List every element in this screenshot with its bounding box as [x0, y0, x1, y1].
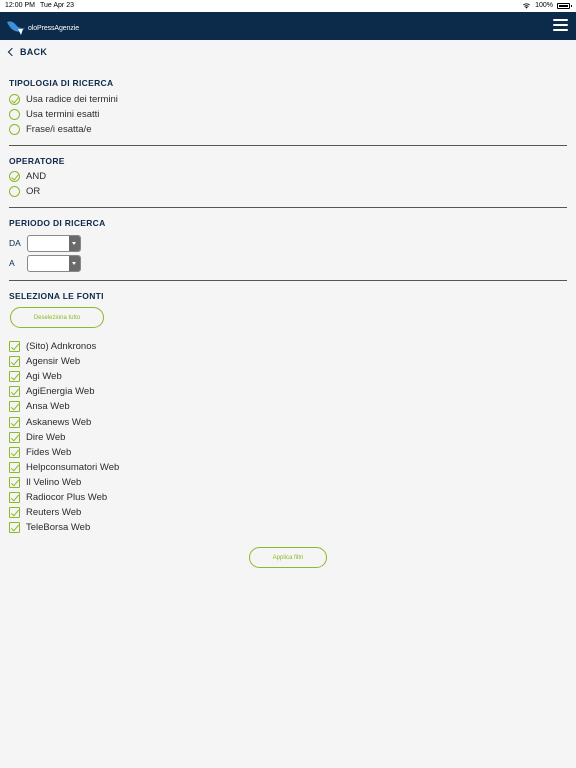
source-label: Ansa Web [26, 401, 70, 413]
checkbox-checked-icon [9, 401, 20, 413]
section-title-fonti: SELEZIONA LE FONTI [9, 291, 104, 301]
section-title-tipologia: TIPOLOGIA DI RICERCA [9, 78, 114, 88]
deselect-all-button[interactable]: Deseleziona tutto [10, 307, 104, 328]
radio-label: Usa radice dei termini [26, 94, 118, 105]
date-to-select[interactable] [27, 255, 81, 272]
source-label: TeleBorsa Web [26, 522, 91, 534]
source-checkbox-item[interactable]: Fides Web [9, 446, 72, 458]
radio-label: Frase/i esatta/e [26, 124, 92, 135]
checkbox-checked-icon [9, 371, 20, 383]
source-checkbox-item[interactable]: Radiocor Plus Web [9, 492, 107, 503]
source-label: Il Velino Web [26, 476, 82, 488]
source-label: AgiEnergia Web [26, 386, 95, 398]
radio-label: Usa termini esatti [26, 109, 100, 120]
battery-percent: 100% [535, 2, 553, 9]
wifi-icon [523, 3, 531, 9]
radio-option-radice[interactable]: Usa radice dei termini [9, 94, 118, 105]
radio-label: AND [26, 171, 47, 182]
checkbox-checked-icon [9, 446, 20, 458]
source-label: Dire Web [26, 431, 66, 443]
source-checkbox-item[interactable]: TeleBorsa Web [9, 522, 91, 534]
date-to-label: A [9, 258, 15, 268]
section-title-operatore: OPERATORE [9, 156, 65, 166]
app-logo[interactable]: oloPressAgenzie [6, 16, 79, 36]
checkbox-checked-icon [9, 522, 20, 534]
checkbox-checked-icon [9, 476, 20, 488]
source-checkbox-item[interactable]: AgiEnergia Web [9, 386, 95, 398]
back-button[interactable]: BACK [7, 47, 48, 57]
source-checkbox-item[interactable]: (Sito) Adnkronos [9, 341, 96, 352]
source-checkbox-item[interactable]: Il Velino Web [9, 476, 82, 488]
checkbox-checked-icon [9, 461, 20, 473]
chevron-left-icon [7, 47, 17, 57]
dropdown-arrow-icon [69, 256, 80, 271]
source-checkbox-item[interactable]: Agensir Web [9, 356, 81, 368]
checkbox-checked-icon [9, 356, 20, 368]
checkbox-checked-icon [9, 507, 20, 519]
radio-checked-icon [9, 171, 20, 182]
apply-filters-button[interactable]: Applica filtri [249, 547, 327, 568]
hamburger-menu-icon[interactable] [553, 19, 568, 32]
divider [9, 207, 567, 208]
status-right: 100% [522, 2, 572, 9]
checkbox-checked-icon [9, 492, 20, 503]
section-title-periodo: PERIODO DI RICERCA [9, 218, 106, 228]
back-label: BACK [20, 47, 48, 57]
source-checkbox-item[interactable]: Helpconsumatori Web [9, 461, 120, 473]
source-label: Reuters Web [26, 507, 82, 519]
radio-option-esatti[interactable]: Usa termini esatti [9, 109, 99, 120]
source-checkbox-item[interactable]: Reuters Web [9, 507, 82, 519]
source-checkbox-item[interactable]: Dire Web [9, 431, 66, 443]
date-from-select[interactable] [27, 235, 81, 252]
divider [9, 280, 567, 281]
radio-option-or[interactable]: OR [9, 186, 40, 197]
status-date: Tue Apr 23 [40, 2, 74, 9]
checkbox-checked-icon [9, 341, 20, 352]
date-from-label: DA [9, 238, 21, 248]
checkbox-checked-icon [9, 431, 20, 443]
source-label: Askanews Web [26, 416, 92, 428]
source-checkbox-item[interactable]: Agi Web [9, 371, 62, 383]
divider [9, 145, 567, 146]
radio-label: OR [26, 186, 41, 197]
radio-empty-icon [9, 186, 20, 197]
status-time: 12:00 PM [5, 2, 35, 9]
status-bar: 12:00 PM Tue Apr 23 100% [0, 0, 576, 12]
checkbox-checked-icon [9, 386, 20, 398]
source-label: (Sito) Adnkronos [26, 341, 97, 352]
source-label: Agi Web [26, 371, 62, 383]
radio-empty-icon [9, 109, 20, 120]
radio-empty-icon [9, 124, 20, 135]
checkbox-checked-icon [9, 416, 20, 428]
source-label: Agensir Web [26, 356, 81, 368]
source-checkbox-item[interactable]: Ansa Web [9, 401, 70, 413]
source-checkbox-item[interactable]: Askanews Web [9, 416, 92, 428]
radio-option-and[interactable]: AND [9, 171, 46, 182]
navigation-bar: oloPressAgenzie [0, 12, 576, 40]
logo-text: oloPressAgenzie [28, 25, 80, 32]
source-label: Fides Web [26, 446, 72, 458]
radio-checked-icon [9, 94, 20, 105]
source-label: Helpconsumatori Web [26, 461, 120, 473]
source-label: Radiocor Plus Web [26, 492, 108, 503]
dropdown-arrow-icon [69, 236, 80, 251]
battery-icon [557, 2, 572, 9]
logo-swoosh-icon [7, 21, 25, 35]
radio-option-frase[interactable]: Frase/i esatta/e [9, 124, 91, 135]
